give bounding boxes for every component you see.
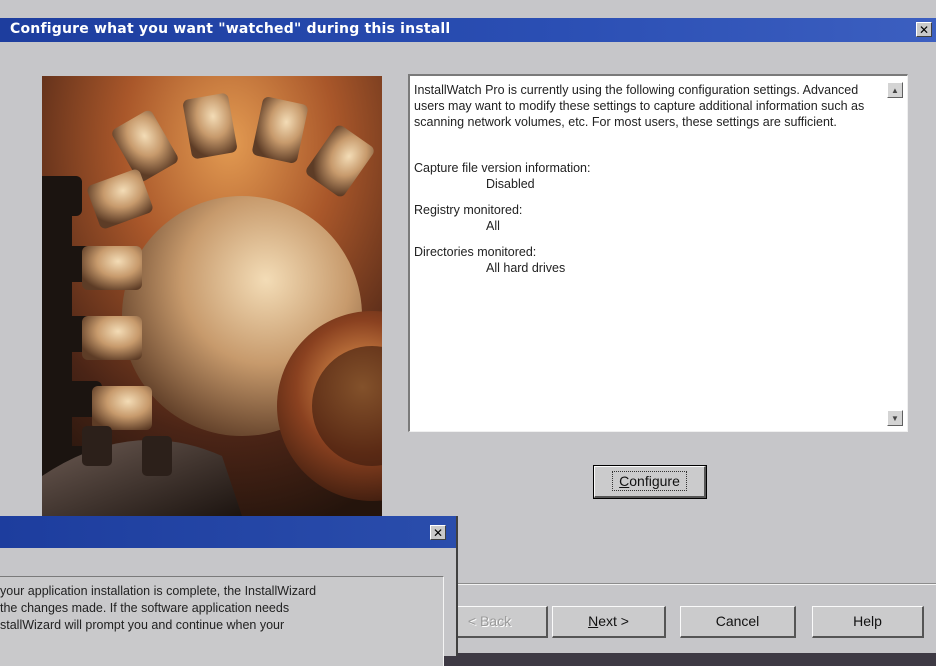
setting-value: All xyxy=(486,219,500,233)
text-line: your application installation is complet… xyxy=(0,584,317,598)
scroll-down-arrow-icon[interactable]: ▼ xyxy=(887,410,903,426)
close-icon[interactable]: ✕ xyxy=(430,525,446,540)
scroll-up-arrow-icon[interactable]: ▲ xyxy=(887,82,903,98)
next-button[interactable]: Next > xyxy=(552,606,666,638)
configure-label: onfigure xyxy=(629,473,680,489)
configure-button[interactable]: Configure xyxy=(593,465,707,499)
window-title: Configure what you want "watched" during… xyxy=(10,21,451,37)
cancel-button[interactable]: Cancel xyxy=(680,606,796,638)
title-bar: Configure what you want "watched" during… xyxy=(0,18,936,42)
configure-accelerator: C xyxy=(619,473,630,489)
text-line: stallWizard will prompt you and continue… xyxy=(0,618,285,632)
vertical-scrollbar[interactable]: ▲ ▼ xyxy=(885,82,905,426)
installwizard-text: your application installation is complet… xyxy=(0,583,440,634)
setting-label: Capture file version information: xyxy=(414,161,591,175)
installwizard-window: ✕ your application installation is compl… xyxy=(0,516,458,666)
configuration-summary-box[interactable]: InstallWatch Pro is currently using the … xyxy=(408,74,908,432)
installwizard-title-bar: ✕ xyxy=(0,516,456,548)
setting-value: Disabled xyxy=(486,177,535,191)
setting-label: Directories monitored: xyxy=(414,245,537,259)
setting-label: Registry monitored: xyxy=(414,203,523,217)
text-line: the changes made. If the software applic… xyxy=(0,601,290,615)
configuration-summary-text: InstallWatch Pro is currently using the … xyxy=(414,82,882,276)
close-icon[interactable]: ✕ xyxy=(916,22,932,37)
intro-text: InstallWatch Pro is currently using the … xyxy=(414,83,865,129)
configure-watch-dialog: Configure what you want "watched" during… xyxy=(0,0,936,666)
next-accelerator: N xyxy=(588,613,599,629)
gears-illustration xyxy=(42,76,382,516)
next-label: ext > xyxy=(598,613,629,629)
help-button[interactable]: Help xyxy=(812,606,924,638)
setting-value: All hard drives xyxy=(486,261,566,275)
